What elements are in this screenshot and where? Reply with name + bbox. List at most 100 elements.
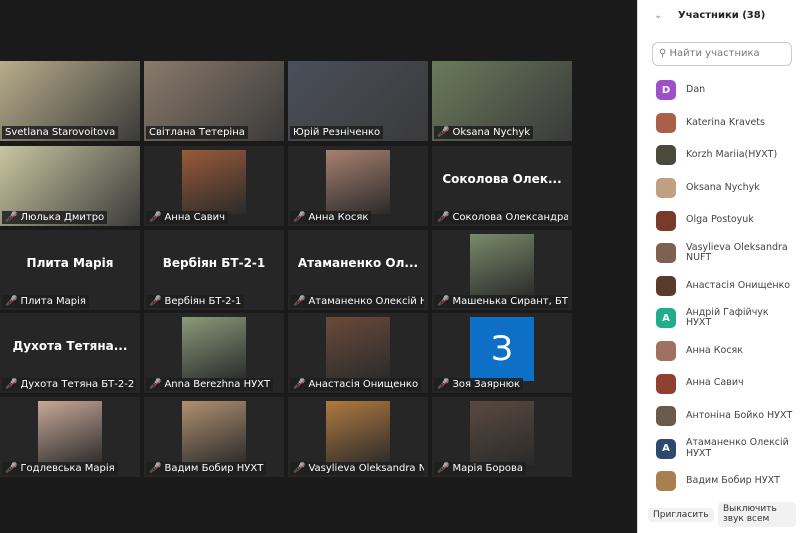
name-label: 🎤̸ Vasylieva Oleksandra N... xyxy=(290,462,424,475)
avatar xyxy=(656,178,676,199)
participant-tile[interactable]: 🎤̸ Anna Berezhna НУХТ xyxy=(144,313,284,393)
participant-name: Olga Postoyuk xyxy=(686,214,754,226)
collapse-chevron-icon[interactable]: ⌄ xyxy=(654,10,662,21)
profile-picture xyxy=(182,401,246,465)
profile-picture xyxy=(38,401,102,465)
participant-tile[interactable]: Атаманенко Ол... 🎤̸Атаманенко Олексій НУ.… xyxy=(288,230,428,310)
participant-display-name: Вербіян БТ-2-1 xyxy=(162,256,266,270)
name-label: 🎤̸ Анна Савич xyxy=(146,211,229,224)
participant-list-item[interactable]: Антоніна Бойко НУХТ xyxy=(656,400,796,433)
muted-mic-icon: 🎤̸ xyxy=(293,379,306,390)
participant-name: Oksana Nychyk xyxy=(686,181,760,193)
participant-list-item[interactable]: Анна Савич xyxy=(656,367,796,400)
name-label: 🎤̸ Марія Борова xyxy=(434,462,526,475)
participant-list-item[interactable]: A Атаманенко Олексій НУХТ xyxy=(656,433,796,466)
participant-name: Vasylieva Oleksandra NUFT xyxy=(686,241,788,264)
muted-mic-icon: 🎤̸ xyxy=(5,463,18,474)
muted-mic-icon: 🎤̸ xyxy=(437,463,450,474)
participant-tile[interactable]: 🎤̸ Oksana Nychyk xyxy=(432,61,572,141)
participant-list-item[interactable]: D Dan xyxy=(656,74,796,107)
participant-list-item[interactable]: Katerina Kravets xyxy=(656,107,796,140)
participant-name: Вадим Бобир НУХТ xyxy=(686,475,780,487)
muted-mic-icon: 🎤̸ xyxy=(149,212,162,223)
name-label: 🎤̸ Анастасія Онищенко xyxy=(290,378,422,391)
panel-title: Участники (38) xyxy=(678,10,766,21)
name-label: 🎤̸ Духота Тетяна БТ-2-2 xyxy=(2,378,136,391)
muted-mic-icon: 🎤̸ xyxy=(149,463,162,474)
participant-tile[interactable]: 🎤̸ Годлевська Марія xyxy=(0,397,140,477)
muted-mic-icon: 🎤̸ xyxy=(5,379,18,390)
participant-display-name: Плита Марія xyxy=(26,256,114,270)
participant-tile[interactable]: 🎤̸ Вадим Бобир НУХТ xyxy=(144,397,284,477)
muted-mic-icon: 🎤̸ xyxy=(5,296,18,307)
participant-name: Анна Косяк xyxy=(686,344,743,356)
muted-mic-icon: 🎤̸ xyxy=(437,212,450,223)
muted-mic-icon: 🎤̸ xyxy=(293,296,306,307)
participant-display-name: Духота Тетяна... xyxy=(12,339,128,353)
video-gallery: Svetlana Starovoitova Світлана Тетеріна Юр… xyxy=(0,0,637,533)
avatar xyxy=(656,145,676,166)
name-label: Юрій Резніченко xyxy=(290,126,384,139)
invite-button[interactable]: Пригласить xyxy=(648,508,714,523)
profile-picture xyxy=(182,317,246,381)
participant-tile[interactable]: Вербіян БТ-2-1 🎤̸ Вербіян БТ-2-1 xyxy=(144,230,284,310)
name-label: 🎤̸ Anna Berezhna НУХТ xyxy=(146,378,274,391)
participant-tile[interactable]: 🎤̸ Марія Борова xyxy=(432,397,572,477)
participant-display-name: Атаманенко Ол... xyxy=(297,256,419,270)
avatar xyxy=(656,373,676,394)
participant-display-name: Соколова Олек... xyxy=(442,172,562,186)
participant-tile[interactable]: 🎤̸ Анна Савич xyxy=(144,146,284,226)
participant-list-item[interactable]: Вадим Бобир НУХТ xyxy=(656,465,796,498)
participant-tile[interactable]: 🎤̸ Анна Косяк xyxy=(288,146,428,226)
avatar xyxy=(656,112,676,133)
name-label: 🎤̸ Люлька Дмитро xyxy=(2,211,108,224)
participant-list: D Dan Katerina Kravets Korzh Mariia(НУХТ) Ok… xyxy=(656,74,796,498)
avatar xyxy=(656,406,676,427)
participant-list-item[interactable]: A Андрій Гафійчук НУХТ xyxy=(656,302,796,335)
participant-tile[interactable]: 🎤̸ Vasylieva Oleksandra N... xyxy=(288,397,428,477)
participant-tile[interactable]: 🎤̸Машенька Сирант, БТ-... xyxy=(432,230,572,310)
profile-picture xyxy=(470,234,534,298)
participant-name: Андрій Гафійчук НУХТ xyxy=(686,307,769,329)
participant-list-item[interactable]: Анна Косяк xyxy=(656,335,796,368)
participant-list-item[interactable]: Анастасія Онищенко xyxy=(656,270,796,303)
mute-all-button[interactable]: Выключить звук всем xyxy=(718,502,796,527)
participant-tile[interactable]: Світлана Тетеріна xyxy=(144,61,284,141)
muted-mic-icon: 🎤̸ xyxy=(293,212,306,223)
name-label: 🎤̸ Вадим Бобир НУХТ xyxy=(146,462,267,475)
name-label: 🎤̸ Плита Марія xyxy=(2,295,89,308)
avatar: A xyxy=(656,438,676,459)
avatar xyxy=(656,243,676,264)
participant-tile[interactable]: 🎤̸ Люлька Дмитро xyxy=(0,146,140,226)
name-label: 🎤̸ Зоя Заярнюк xyxy=(434,378,524,391)
participant-tile[interactable]: Плита Марія 🎤̸ Плита Марія xyxy=(0,230,140,310)
name-label: Svetlana Starovoitova xyxy=(2,126,119,139)
muted-mic-icon: 🎤̸ xyxy=(437,296,450,307)
avatar xyxy=(656,341,676,362)
avatar xyxy=(656,275,676,296)
participant-list-item[interactable]: Korzh Mariia(НУХТ) xyxy=(656,139,796,172)
participant-tile[interactable]: З 🎤̸ Зоя Заярнюк xyxy=(432,313,572,393)
participant-list-item[interactable]: Olga Postoyuk xyxy=(656,204,796,237)
participant-tile[interactable]: Svetlana Starovoitova xyxy=(0,61,140,141)
profile-picture xyxy=(326,317,390,381)
muted-mic-icon: 🎤̸ xyxy=(293,463,306,474)
participant-tile[interactable]: 🎤̸ Анастасія Онищенко xyxy=(288,313,428,393)
participant-tile[interactable]: Юрій Резніченко xyxy=(288,61,428,141)
participant-name: Dan xyxy=(686,84,706,96)
muted-mic-icon: 🎤̸ xyxy=(437,127,450,138)
name-label: 🎤̸ Oksana Nychyk xyxy=(434,126,534,139)
name-label: 🎤̸ Анна Косяк xyxy=(290,211,372,224)
name-label: 🎤̸Атаманенко Олексій НУ... xyxy=(290,295,424,308)
participant-list-item[interactable]: Oksana Nychyk xyxy=(656,172,796,205)
muted-mic-icon: 🎤̸ xyxy=(437,379,450,390)
participant-name: Анна Савич xyxy=(686,377,744,389)
participant-tile[interactable]: Соколова Олек... 🎤̸Соколова Олександра ..… xyxy=(432,146,572,226)
profile-picture xyxy=(470,401,534,465)
name-label: Світлана Тетеріна xyxy=(146,126,248,139)
participant-tile[interactable]: Духота Тетяна... 🎤̸ Духота Тетяна БТ-2-2 xyxy=(0,313,140,393)
participant-name: Атаманенко Олексій НУХТ xyxy=(686,437,789,459)
participant-search-input[interactable]: ⚲ Найти участника xyxy=(652,42,792,66)
participant-list-item[interactable]: Vasylieva Oleksandra NUFT xyxy=(656,237,796,270)
profile-picture xyxy=(326,150,390,214)
